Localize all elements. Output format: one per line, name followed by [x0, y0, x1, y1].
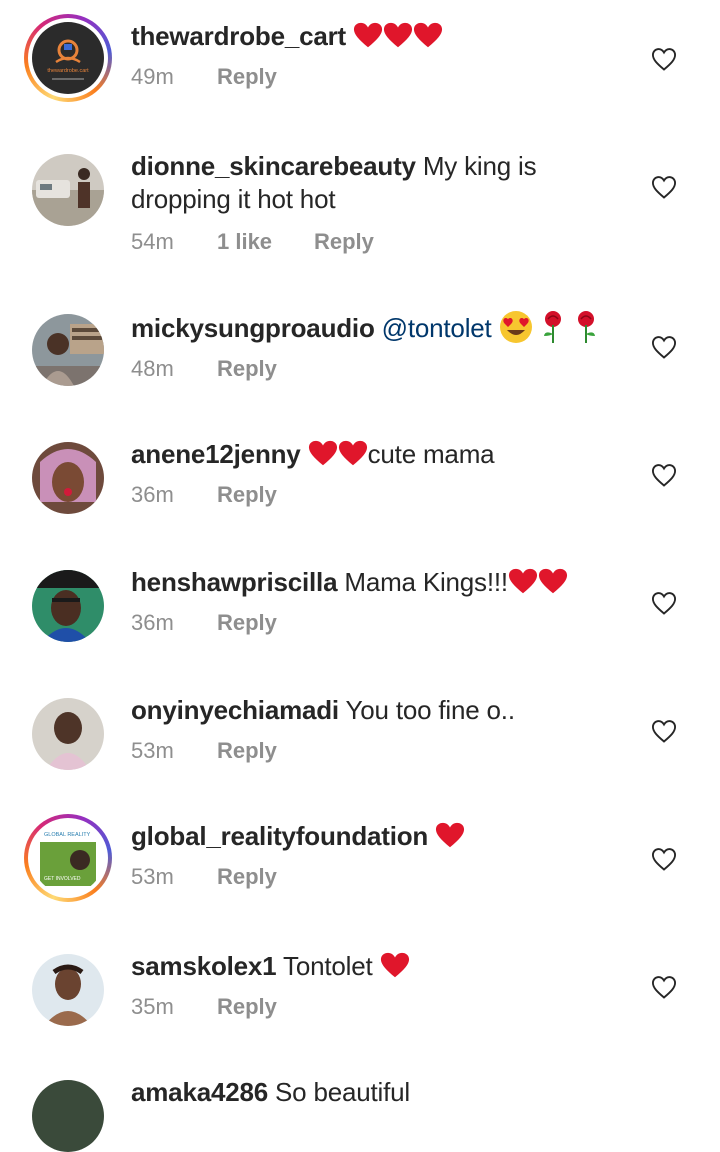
reply-button[interactable]: Reply — [217, 63, 277, 91]
comment-username[interactable]: anene12jenny — [131, 439, 301, 469]
comment-text — [353, 21, 443, 51]
like-heart-icon[interactable] — [650, 333, 678, 361]
avatar-container[interactable] — [32, 1080, 104, 1152]
red-heart-emoji — [508, 568, 537, 594]
comment-time: 36m — [131, 610, 174, 635]
comment-username[interactable]: thewardrobe_cart — [131, 21, 346, 51]
comment-text: Tontolet — [283, 951, 373, 981]
avatar[interactable] — [32, 1080, 104, 1152]
rose-emoji — [577, 311, 595, 343]
like-heart-icon[interactable] — [650, 173, 678, 201]
comment-username[interactable]: samskolex1 — [131, 951, 277, 981]
avatar-container[interactable] — [32, 698, 104, 770]
avatar-container[interactable] — [32, 314, 104, 386]
like-count[interactable]: 1 like — [217, 228, 314, 256]
comment-username[interactable]: dionne_skincarebeauty — [131, 151, 416, 181]
reply-button[interactable]: Reply — [217, 737, 277, 765]
avatar[interactable] — [32, 570, 104, 642]
avatar-container[interactable] — [32, 570, 104, 642]
avatar[interactable] — [32, 954, 104, 1026]
like-heart-icon[interactable] — [650, 45, 678, 73]
reply-button[interactable]: Reply — [217, 993, 277, 1021]
reply-button[interactable]: Reply — [314, 228, 374, 256]
reply-button[interactable]: Reply — [217, 609, 277, 637]
story-ring[interactable]: thewardrobe.cart — [24, 14, 112, 102]
comment-text: cute mama — [367, 439, 495, 469]
comment-time: 48m — [131, 356, 174, 381]
avatar[interactable] — [32, 314, 104, 386]
red-heart-emoji — [538, 568, 567, 594]
like-heart-icon[interactable] — [650, 973, 678, 1001]
comment-time: 53m — [131, 864, 174, 889]
avatar[interactable] — [32, 154, 104, 226]
red-heart-emoji — [353, 22, 383, 48]
comment-time: 54m — [131, 229, 174, 254]
comment-time: 35m — [131, 994, 174, 1019]
like-heart-icon[interactable] — [650, 461, 678, 489]
comment-time: 53m — [131, 738, 174, 763]
like-heart-icon[interactable] — [650, 845, 678, 873]
avatar[interactable] — [32, 442, 104, 514]
story-ring[interactable]: GLOBAL REALITY GET INVOLVED — [24, 814, 112, 902]
reply-button[interactable]: Reply — [217, 355, 277, 383]
comment-time: 36m — [131, 482, 174, 507]
comment-time: 49m — [131, 64, 174, 89]
comment-username[interactable]: henshawpriscilla — [131, 567, 338, 597]
like-heart-icon[interactable] — [650, 589, 678, 617]
red-heart-emoji — [338, 440, 367, 466]
red-heart-emoji — [380, 952, 409, 978]
comment-username[interactable]: global_realityfoundation — [131, 821, 428, 851]
red-heart-emoji — [413, 22, 443, 48]
svg-text:GLOBAL REALITY: GLOBAL REALITY — [44, 832, 91, 838]
comment-username[interactable]: mickysungproaudio — [131, 313, 375, 343]
red-heart-emoji — [436, 822, 465, 848]
red-heart-emoji — [308, 440, 337, 466]
red-heart-emoji — [383, 22, 413, 48]
svg-text:thewardrobe.cart: thewardrobe.cart — [47, 68, 89, 74]
comment-username[interactable]: onyinyechiamadi — [131, 695, 339, 725]
mention-link[interactable]: @tontolet — [382, 313, 492, 343]
reply-button[interactable]: Reply — [217, 863, 277, 891]
avatar[interactable] — [32, 698, 104, 770]
avatar-container[interactable] — [32, 954, 104, 1026]
heart-eyes-emoji — [499, 311, 532, 343]
like-heart-icon[interactable] — [650, 717, 678, 745]
comment-text: Mama Kings!!! — [344, 567, 508, 597]
svg-text:GET INVOLVED: GET INVOLVED — [44, 876, 81, 882]
avatar[interactable]: thewardrobe.cart — [32, 22, 104, 94]
avatar-container[interactable] — [32, 442, 104, 514]
avatar[interactable]: GLOBAL REALITY GET INVOLVED — [32, 822, 104, 894]
avatar-container[interactable] — [32, 154, 104, 226]
reply-button[interactable]: Reply — [217, 481, 277, 509]
comment-text: You too fine o.. — [345, 695, 516, 725]
rose-emoji — [543, 311, 561, 343]
